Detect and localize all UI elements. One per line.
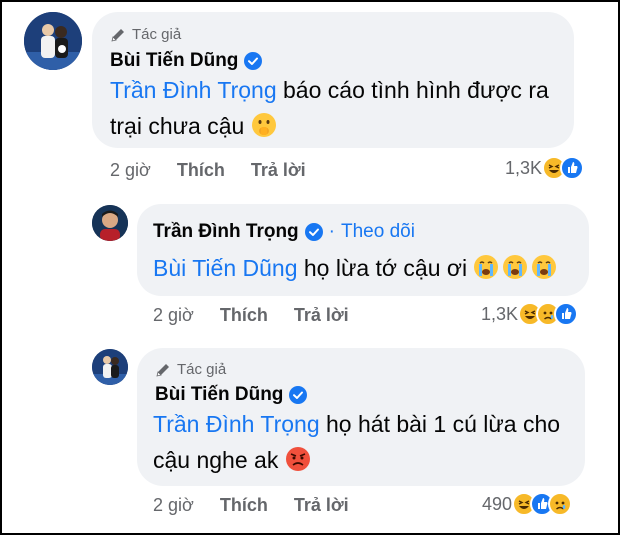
comment-text-line2: trại chưa cậu [110, 113, 245, 139]
author-tag: Tác giả [155, 361, 226, 378]
comment-text-line1: báo cáo tình hình được ra [276, 77, 549, 103]
comment-actions: 2 giờ Thích Trả lời [110, 160, 306, 181]
comment-time[interactable]: 2 giờ [153, 495, 194, 516]
verified-badge-icon [289, 386, 308, 404]
avatar[interactable] [92, 349, 128, 385]
comment-actions: 2 giờ Thích Trả lời [153, 495, 349, 516]
mention-link[interactable]: Trần Đình Trọng [153, 411, 320, 437]
reply-button[interactable]: Trả lời [294, 305, 349, 326]
reaction-count: 1,3K [481, 303, 519, 324]
author-name[interactable]: Trần Đình Trọng [153, 221, 299, 243]
mention-link[interactable]: Trần Đình Trọng [110, 77, 277, 103]
like-reaction-icon [560, 156, 585, 180]
reaction-summary[interactable]: 490 [482, 492, 573, 516]
avatar[interactable] [92, 205, 128, 241]
follow-link[interactable]: Theo dõi [341, 221, 415, 243]
sad-reaction-icon [548, 492, 573, 516]
comment-time[interactable]: 2 giờ [110, 160, 151, 181]
reaction-count: 490 [482, 493, 513, 514]
reaction-summary[interactable]: 1,3K [505, 156, 585, 180]
like-reaction-icon [554, 302, 579, 326]
like-button[interactable]: Thích [220, 305, 268, 326]
mention-link[interactable]: Bùi Tiến Dũng [153, 255, 297, 281]
reaction-summary[interactable]: 1,3K [481, 302, 579, 326]
verified-badge-icon [304, 223, 323, 241]
angry-face-emoji-icon [285, 446, 311, 482]
verified-badge-icon [244, 52, 263, 70]
comment-text: Trần Đình Trọng họ hát bài 1 cú lừa cho … [153, 406, 583, 482]
author-tag: Tác giả [110, 26, 181, 43]
comment-text: Bùi Tiến Dũng họ lừa tớ cậu ơi [153, 250, 583, 290]
comment-time[interactable]: 2 giờ [153, 305, 194, 326]
separator-dot: · [328, 221, 335, 242]
pen-icon [111, 28, 124, 42]
reply-button[interactable]: Trả lời [294, 495, 349, 516]
comment-actions: 2 giờ Thích Trả lời [153, 305, 349, 326]
avatar[interactable] [24, 12, 82, 70]
author-tag-label: Tác giả [177, 361, 227, 378]
reaction-count: 1,3K [505, 157, 543, 178]
comment-text-line2: cậu nghe ak [153, 447, 279, 473]
like-button[interactable]: Thích [220, 495, 268, 516]
author-name[interactable]: Bùi Tiến Dũng [110, 50, 238, 72]
shushing-face-emoji-icon [251, 112, 277, 148]
pen-icon [156, 363, 169, 377]
comment-text: Trần Đình Trọng báo cáo tình hình được r… [110, 72, 570, 148]
author-name[interactable]: Bùi Tiến Dũng [155, 384, 283, 406]
comment-text-line1: họ lừa tớ cậu ơi [297, 255, 468, 281]
comment-text-line1: họ hát bài 1 cú lừa cho [319, 411, 561, 437]
reply-button[interactable]: Trả lời [251, 160, 306, 181]
author-tag-label: Tác giả [132, 26, 182, 43]
like-button[interactable]: Thích [177, 160, 225, 181]
crying-face-emoji-icon [473, 254, 557, 290]
